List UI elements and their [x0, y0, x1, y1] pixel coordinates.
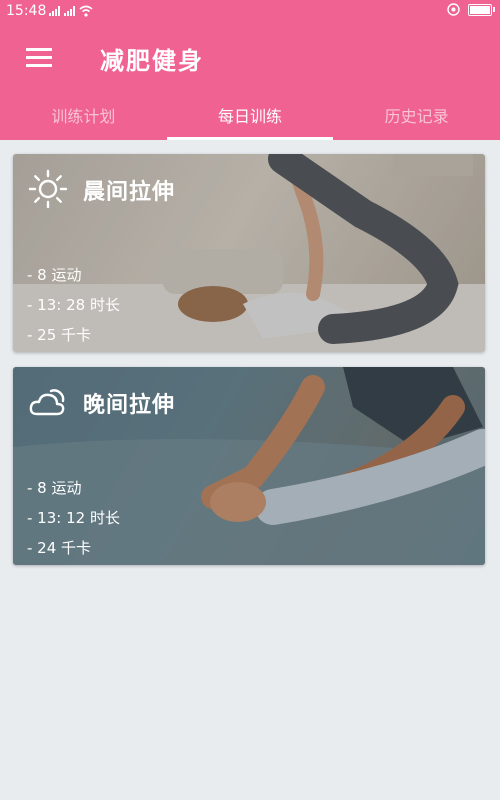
workout-card-morning[interactable]: 晨间拉伸 - 8 运动 - 13: 28 时长 - 25 千卡 — [13, 154, 485, 352]
card-stats: - 8 运动 - 13: 12 时长 - 24 千卡 — [27, 473, 120, 563]
status-bar-left: 15:48 — [6, 3, 93, 19]
signal-icon — [64, 6, 76, 16]
tab-daily-training[interactable]: 每日训练 — [166, 94, 334, 140]
cloud-moon-icon — [29, 389, 65, 416]
tab-bar: 训练计划 每日训练 历史记录 — [0, 94, 500, 140]
battery-icon — [468, 3, 495, 16]
tab-training-plan[interactable]: 训练计划 — [0, 94, 167, 140]
exercise-count: - 8 运动 — [27, 479, 82, 497]
app-bar: 减肥健身 — [0, 24, 500, 94]
alarm-icon — [447, 3, 460, 16]
card-title: 晨间拉伸 — [83, 180, 176, 205]
status-bar: 15:48 — [0, 0, 500, 24]
workout-card-evening[interactable]: 晚间拉伸 - 8 运动 - 13: 12 时长 - 24 千卡 — [13, 367, 485, 565]
exercise-count: - 8 运动 — [27, 266, 82, 284]
status-time: 15:48 — [6, 3, 47, 19]
status-bar-right — [447, 3, 495, 16]
wifi-icon — [79, 5, 93, 17]
duration: - 13: 12 时长 — [27, 509, 120, 527]
hamburger-menu-icon[interactable] — [26, 48, 52, 68]
calories: - 25 千卡 — [27, 326, 92, 344]
signal-icon — [49, 6, 61, 16]
duration: - 13: 28 时长 — [27, 296, 120, 314]
calories: - 24 千卡 — [27, 539, 92, 557]
card-stats: - 8 运动 - 13: 28 时长 - 25 千卡 — [27, 260, 120, 350]
card-title: 晚间拉伸 — [83, 393, 176, 418]
sun-icon — [28, 169, 68, 209]
page-title: 减肥健身 — [100, 47, 204, 75]
tab-history[interactable]: 历史记录 — [333, 94, 500, 140]
